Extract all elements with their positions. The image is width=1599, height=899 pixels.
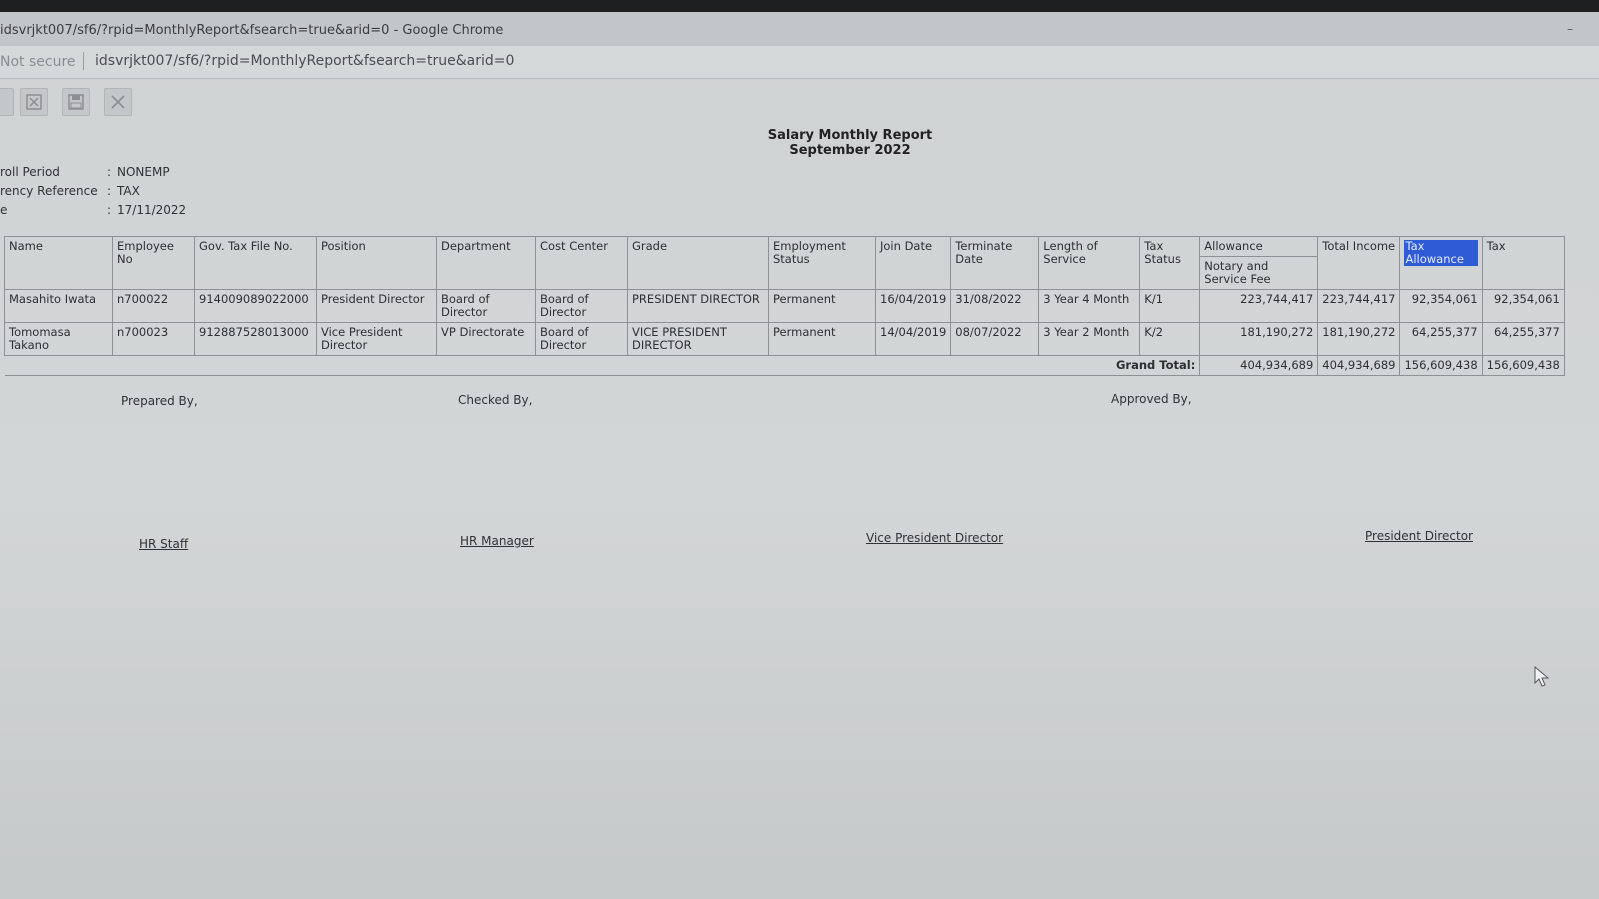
header-terminate-date: Terminate Date — [950, 236, 1040, 290]
grand-total-income: 404,934,689 — [1317, 355, 1401, 376]
header-allowance-sub: Notary and Service Fee — [1199, 256, 1319, 290]
cell-total-income: 223,744,417 — [1317, 289, 1401, 323]
address-separator — [83, 52, 84, 70]
header-tax: Tax — [1481, 236, 1565, 290]
signature-hr-manager: HR Manager — [460, 534, 534, 548]
cell-join-date: 14/04/2019 — [874, 322, 952, 356]
cell-join-date: 16/04/2019 — [874, 289, 952, 323]
cell-department: Board of Director — [436, 289, 536, 323]
window-title: idsvrjkt007/sf6/?rpid=MonthlyReport&fsea… — [0, 23, 504, 38]
cell-grade: VICE PRESIDENT DIRECTOR — [627, 322, 769, 356]
header-total-income: Total Income — [1317, 236, 1401, 290]
cell-employment-status: Permanent — [768, 289, 876, 323]
screen: idsvrjkt007/sf6/?rpid=MonthlyReport&fsea… — [0, 0, 1599, 899]
grand-total-tax-allowance: 156,609,438 — [1399, 355, 1483, 376]
cell-cost-center: Board of Director — [535, 289, 628, 323]
cell-grade: PRESIDENT DIRECTOR — [627, 289, 769, 323]
meta-label-payroll-period: roll Period — [0, 165, 60, 179]
cell-tax-allowance: 92,354,061 — [1399, 289, 1483, 323]
cell-length-of-service: 3 Year 4 Month — [1038, 289, 1141, 323]
monitor-bezel — [0, 0, 1599, 12]
prepared-by-label: Prepared By, — [121, 394, 198, 408]
cell-length-of-service: 3 Year 2 Month — [1038, 322, 1141, 356]
cell-employee-no: n700022 — [112, 289, 195, 323]
cell-tax-status: K/2 — [1139, 322, 1201, 356]
report-period: September 2022 — [789, 143, 911, 158]
approved-by-label: Approved By, — [1111, 392, 1192, 406]
cell-terminate-date: 31/08/2022 — [950, 289, 1040, 323]
cell-total-income: 181,190,272 — [1317, 322, 1401, 356]
cell-tax: 64,255,377 — [1481, 322, 1565, 356]
cell-tax-file: 914009089022000 — [194, 289, 317, 323]
cell-employee-no: n700023 — [112, 322, 195, 356]
selected-text[interactable]: Tax Allowance — [1404, 240, 1478, 266]
header-length-of-service: Length of Service — [1038, 236, 1141, 290]
header-join-date: Join Date — [874, 236, 952, 290]
salary-report-table: Name Employee No Gov. Tax File No. Posit… — [4, 236, 1565, 376]
meta-colon: : — [107, 203, 112, 217]
prev-tool-icon[interactable] — [0, 88, 14, 116]
export-excel-icon[interactable] — [20, 88, 48, 116]
address-bar[interactable]: Not secure idsvrjkt007/sf6/?rpid=Monthly… — [0, 46, 1599, 79]
cell-department: VP Directorate — [436, 322, 536, 356]
report-heading: Salary Monthly Report September 2022 — [700, 128, 1000, 158]
header-allowance: Allowance — [1199, 236, 1319, 257]
cell-cost-center: Board of Director — [535, 322, 628, 356]
cell-allowance: 181,190,272 — [1199, 322, 1319, 356]
meta-value-date: 17/11/2022 — [117, 203, 187, 217]
grand-total-allowance: 404,934,689 — [1199, 355, 1319, 376]
meta-label-date: e — [0, 203, 8, 217]
report-title: Salary Monthly Report — [767, 128, 933, 143]
meta-label-currency-reference: rency Reference — [0, 184, 98, 198]
url-field[interactable]: idsvrjkt007/sf6/?rpid=MonthlyReport&fsea… — [95, 53, 514, 69]
header-position: Position — [316, 236, 437, 290]
checked-by-label: Checked By, — [458, 393, 533, 407]
cell-name: Masahito Iwata — [4, 289, 113, 323]
table-row: Tomomasa Takano n700023 912887528013000 … — [4, 322, 1565, 356]
meta-value-payroll-period: NONEMP — [117, 165, 170, 179]
cell-position: President Director — [316, 289, 437, 323]
minimize-icon[interactable]: – — [1563, 22, 1577, 36]
close-icon[interactable] — [104, 88, 132, 116]
header-grade: Grade — [627, 236, 769, 290]
cell-tax-allowance: 64,255,377 — [1399, 322, 1483, 356]
cell-terminate-date: 08/07/2022 — [950, 322, 1040, 356]
cell-allowance: 223,744,417 — [1199, 289, 1319, 323]
table-header-row: Name Employee No Gov. Tax File No. Posit… — [4, 236, 1565, 290]
header-tax-allowance[interactable]: Tax Allowance — [1399, 236, 1483, 290]
header-name: Name — [4, 236, 113, 290]
meta-value-currency-reference: TAX — [117, 184, 140, 198]
browser-titlebar: idsvrjkt007/sf6/?rpid=MonthlyReport&fsea… — [0, 12, 1599, 46]
header-employment-status: Employment Status — [768, 236, 876, 290]
signature-president-director: President Director — [1365, 529, 1473, 543]
cell-name: Tomomasa Takano — [4, 322, 113, 356]
header-tax-file: Gov. Tax File No. — [194, 236, 317, 290]
security-indicator[interactable]: Not secure — [0, 54, 76, 70]
save-icon[interactable] — [62, 88, 90, 116]
signature-hr-staff: HR Staff — [139, 537, 189, 551]
header-cost-center: Cost Center — [535, 236, 628, 290]
cell-tax: 92,354,061 — [1481, 289, 1565, 323]
cell-tax-status: K/1 — [1139, 289, 1201, 323]
grand-total-tax: 156,609,438 — [1481, 355, 1565, 376]
header-tax-status: Tax Status — [1139, 236, 1201, 290]
grand-total-row: Grand Total: 404,934,689 404,934,689 156… — [4, 355, 1565, 376]
header-department: Department — [436, 236, 536, 290]
meta-colon: : — [107, 184, 112, 198]
cell-employment-status: Permanent — [768, 322, 876, 356]
header-employee-no: Employee No — [112, 236, 195, 290]
signature-vice-president-director: Vice President Director — [866, 531, 1004, 545]
mouse-cursor-icon — [1534, 666, 1550, 687]
cell-position: Vice President Director — [316, 322, 437, 356]
cell-tax-file: 912887528013000 — [194, 322, 317, 356]
table-row: Masahito Iwata n700022 914009089022000 P… — [4, 289, 1565, 323]
meta-colon: : — [107, 165, 112, 179]
grand-total-label: Grand Total: — [4, 355, 1201, 376]
